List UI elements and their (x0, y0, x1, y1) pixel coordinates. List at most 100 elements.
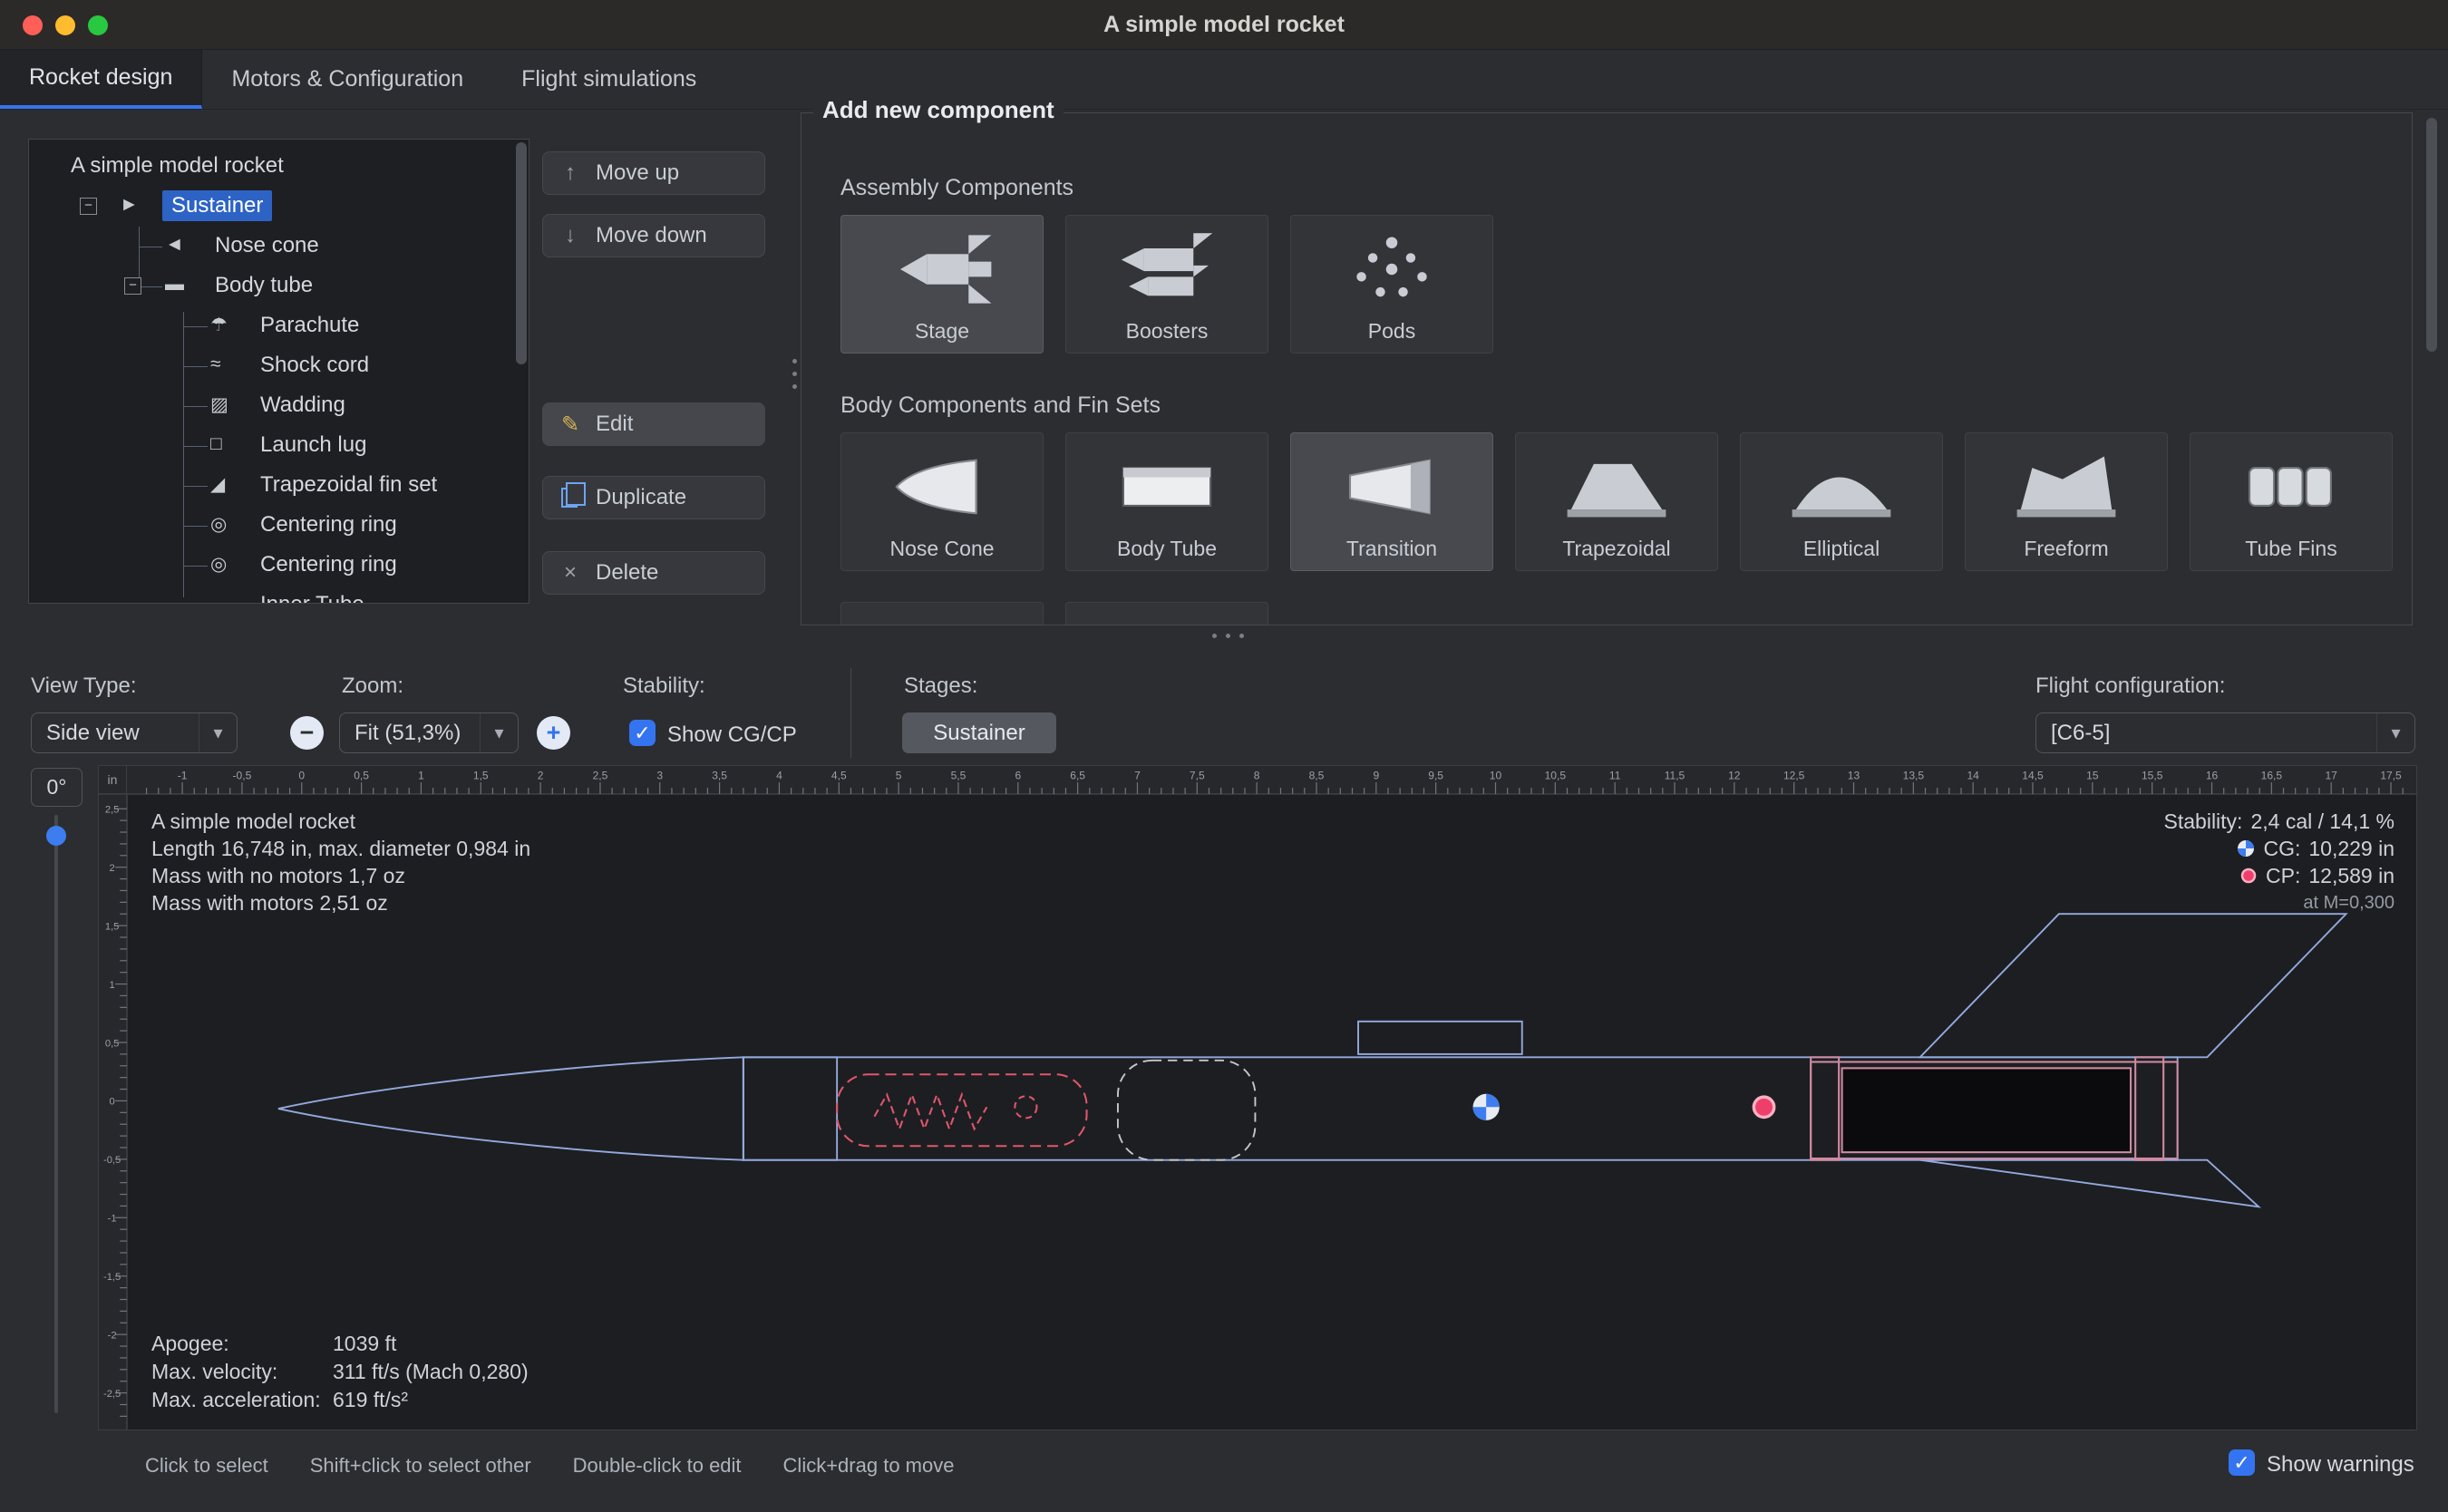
tree-item-nose-cone[interactable]: ◄Nose cone (29, 227, 529, 267)
component-button-elliptical[interactable]: Elliptical (1740, 432, 1943, 571)
tree-item-wadding[interactable]: ▨Wadding (29, 386, 529, 426)
vertical-splitter-handle[interactable] (792, 359, 797, 363)
toolbar-separator (850, 668, 851, 758)
svg-text:10: 10 (1490, 770, 1502, 782)
tree-item-sustainer[interactable]: − ► Sustainer (29, 187, 529, 227)
component-button-label: Tube Fins (2245, 537, 2336, 561)
tree-item-a-simple-model-rocket[interactable]: A simple model rocket (29, 147, 529, 187)
svg-text:13,5: 13,5 (1903, 770, 1925, 782)
view-type-value: Side view (32, 721, 199, 746)
tree-item-launch-lug[interactable]: □Launch lug (29, 426, 529, 466)
show-warnings-checkbox[interactable]: ✓ (2229, 1449, 2255, 1476)
recovery-components (837, 1074, 1086, 1146)
tree-item-label: Centering ring (260, 512, 397, 538)
component-button-body-tube[interactable]: Body Tube (1065, 432, 1268, 571)
tree-item-inner-tube[interactable]: ▬Inner Tube (29, 586, 529, 604)
tab-flight-simulations[interactable]: Flight simulations (492, 50, 725, 109)
zoom-dropdown[interactable]: Fit (51,3%) ▾ (339, 712, 519, 753)
zoom-window-button[interactable] (88, 15, 108, 35)
move-up-button[interactable]: ↑ Move up (542, 151, 765, 195)
rotation-angle-box[interactable]: 0° (31, 768, 83, 807)
minimize-button[interactable] (55, 15, 75, 35)
panel-scrollbar-thumb[interactable] (2426, 118, 2437, 352)
component-button-boosters[interactable]: Boosters (1065, 215, 1268, 354)
stage-toggle-sustainer[interactable]: Sustainer (902, 712, 1056, 753)
tree-item-label: Sustainer (162, 190, 272, 221)
tab-rocket-design[interactable]: Rocket design (0, 50, 202, 109)
edit-button[interactable]: ✎ Edit (542, 402, 765, 446)
component-button-label: Boosters (1126, 319, 1209, 344)
rocket-canvas[interactable]: -1-0,500,511,522,533,544,555,566,577,588… (98, 765, 2417, 1430)
move-down-button[interactable]: ↓ Move down (542, 214, 765, 257)
svg-text:16,5: 16,5 (2261, 770, 2283, 782)
centering-ring-icon: ◎ (210, 553, 227, 576)
svg-text:1,5: 1,5 (105, 921, 120, 932)
duplicate-label: Duplicate (596, 485, 686, 510)
nose-cone-shape (278, 1057, 743, 1159)
horizontal-splitter-handle[interactable] (1239, 634, 1244, 638)
tree-item-parachute[interactable]: ☂Parachute (29, 306, 529, 346)
show-warnings-label: Show warnings (2267, 1452, 2414, 1478)
component-button-label: Body Tube (1117, 537, 1217, 561)
svg-text:15: 15 (2086, 770, 2099, 782)
panel-scrollbar[interactable] (2426, 114, 2437, 655)
cp-value: 12,589 in (2308, 862, 2395, 889)
tree-item-centering-ring[interactable]: ◎ Centering ring (29, 546, 529, 586)
component-button-transition[interactable]: Transition (1290, 432, 1493, 571)
tree-item-label: Inner Tube (260, 592, 364, 604)
rocket-outline (278, 914, 2346, 1207)
tree-item-shock-cord[interactable]: ≈Shock cord (29, 346, 529, 386)
wadding-icon: ▨ (210, 393, 228, 416)
svg-text:17: 17 (2326, 770, 2338, 782)
component-button-tube-fins[interactable]: Tube Fins (2190, 432, 2393, 571)
close-button[interactable] (23, 15, 43, 35)
tube-fins-icon (2228, 445, 2355, 533)
tree-scrollbar[interactable] (516, 142, 527, 600)
stability-block: Stability: 2,4 cal / 14,1 % CG: 10,229 i… (2164, 808, 2395, 916)
tree-item-body-tube[interactable]: −▬Body tube (29, 267, 529, 306)
show-cgcp-checkbox[interactable]: ✓ (629, 720, 656, 746)
tree-item-label: Trapezoidal fin set (260, 472, 437, 498)
horizontal-splitter-handle[interactable] (1226, 634, 1230, 638)
rotation-slider-track[interactable] (54, 815, 58, 1413)
edit-label: Edit (596, 412, 633, 437)
tree-item-label: Shock cord (260, 353, 369, 378)
tree-item-label: Centering ring (260, 552, 397, 577)
partial-component-button[interactable] (840, 602, 1044, 625)
vertical-splitter-handle[interactable] (792, 384, 797, 389)
stage-icon: ► (120, 194, 139, 216)
pencil-icon: ✎ (558, 412, 583, 438)
component-button-nose-cone[interactable]: Nose Cone (840, 432, 1044, 571)
freeform-icon (2003, 445, 2130, 533)
tab-motors-configuration[interactable]: Motors & Configuration (202, 50, 492, 109)
parachute-shape (837, 1074, 1086, 1146)
component-button-freeform[interactable]: Freeform (1965, 432, 2168, 571)
expand-collapse-handle[interactable]: − (124, 277, 141, 295)
component-button-label: Elliptical (1803, 537, 1880, 561)
partial-component-button[interactable] (1065, 602, 1268, 625)
component-button-pods[interactable]: Pods (1290, 215, 1493, 354)
component-button-trapezoidal[interactable]: Trapezoidal (1515, 432, 1718, 571)
horizontal-splitter-handle[interactable] (1212, 634, 1217, 638)
delete-button[interactable]: × Delete (542, 551, 765, 595)
tree-item-trapezoidal-fin-set[interactable]: ◢Trapezoidal fin set (29, 466, 529, 506)
flight-configuration-dropdown[interactable]: [C6-5] ▾ (2035, 712, 2415, 753)
duplicate-button[interactable]: Duplicate (542, 476, 765, 519)
tree-scrollbar-thumb[interactable] (516, 142, 527, 364)
tree-guide-line (183, 312, 184, 597)
apogee-value: 1039 ft (333, 1332, 396, 1355)
expand-collapse-handle[interactable]: − (80, 198, 97, 215)
zoom-in-button[interactable]: + (537, 716, 570, 750)
component-button-label: Pods (1368, 319, 1415, 344)
zoom-out-button[interactable]: − (290, 716, 324, 750)
tree-item-centering-ring[interactable]: ◎Centering ring (29, 506, 529, 546)
assembly-components-label: Assembly Components (840, 175, 1073, 201)
component-button-stage[interactable]: Stage (840, 215, 1044, 354)
rotation-slider-thumb[interactable] (46, 826, 66, 846)
stage-icon (879, 228, 1005, 315)
move-up-label: Move up (596, 160, 679, 186)
svg-text:0,5: 0,5 (105, 1038, 120, 1049)
svg-text:7: 7 (1134, 770, 1141, 782)
vertical-splitter-handle[interactable] (792, 372, 797, 376)
view-type-dropdown[interactable]: Side view ▾ (31, 712, 238, 753)
